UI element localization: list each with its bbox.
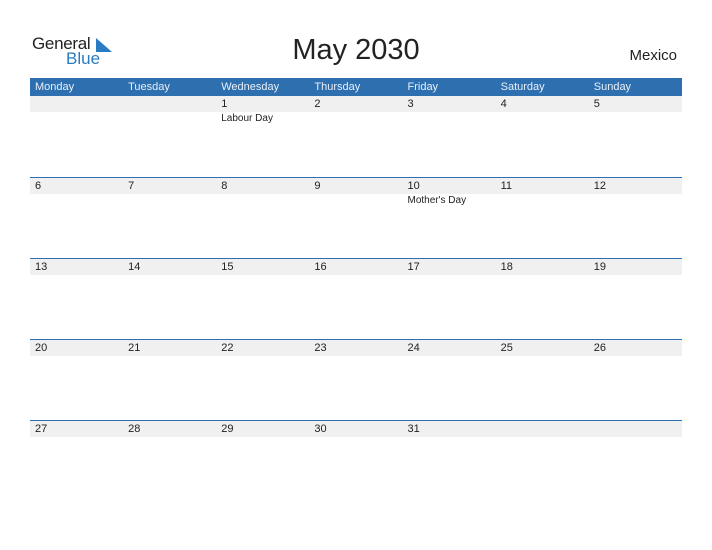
holiday-label: [589, 112, 682, 126]
holiday-label: [30, 112, 123, 126]
country-label: Mexico: [629, 47, 677, 64]
weekday-thursday: Thursday: [314, 81, 361, 93]
day-number: 22: [221, 342, 234, 354]
day-number: [496, 421, 589, 437]
week-row: 20 21 22 23 24 25 26: [30, 339, 682, 420]
day-number: [589, 421, 682, 437]
day-number: 18: [500, 261, 513, 273]
day-number: 14: [128, 261, 141, 273]
weekday-tuesday: Tuesday: [128, 81, 170, 93]
day-number: 24: [407, 342, 420, 354]
weekday-wednesday: Wednesday: [221, 81, 280, 93]
day-number: 25: [500, 342, 513, 354]
holiday-label: [309, 194, 402, 208]
holiday-label: [30, 194, 123, 208]
day-number: 5: [593, 98, 600, 110]
day-number: 8: [221, 180, 228, 192]
week-row: 6 7 8 9 10 11 12 Mother's Day: [30, 177, 682, 258]
day-number: 7: [128, 180, 135, 192]
holiday-label: [123, 112, 216, 126]
page-title: May 2030: [292, 34, 420, 66]
week-row: 27 28 29 30 31: [30, 420, 682, 501]
holiday-label: [123, 194, 216, 208]
calendar-grid: Monday Tuesday Wednesday Thursday Friday…: [30, 78, 682, 501]
holiday-label: [496, 112, 589, 126]
day-number: 26: [593, 342, 606, 354]
day-number: 11: [500, 180, 513, 192]
day-number: 21: [128, 342, 141, 354]
day-number: 20: [35, 342, 48, 354]
day-number: [30, 96, 123, 112]
day-number: 10: [407, 180, 420, 192]
week-row: 13 14 15 16 17 18 19: [30, 258, 682, 339]
weeks-container: 1 2 3 4 5 Labour Day 6 7 8 9 10 11 12 Mother's Day 13 1…: [30, 96, 682, 501]
holiday-label: [216, 194, 309, 208]
date-strip: 13 14 15 16 17 18 19: [30, 259, 682, 275]
day-number: 23: [314, 342, 327, 354]
date-strip: 1 2 3 4 5: [30, 96, 682, 112]
date-strip: 27 28 29 30 31: [30, 421, 682, 437]
day-number: 19: [593, 261, 606, 273]
date-strip: 6 7 8 9 10 11 12: [30, 178, 682, 194]
day-number: 13: [35, 261, 48, 273]
day-number: 2: [314, 98, 321, 110]
event-row: Labour Day: [30, 112, 682, 126]
weekday-header: Monday Tuesday Wednesday Thursday Friday…: [30, 78, 682, 96]
day-number: 16: [314, 261, 327, 273]
day-number: 28: [128, 423, 141, 435]
weekday-saturday: Saturday: [500, 81, 545, 93]
day-number: 4: [500, 98, 507, 110]
holiday-label: Labour Day: [221, 113, 273, 124]
holiday-label: [309, 112, 402, 126]
weekday-friday: Friday: [407, 81, 439, 93]
day-number: 15: [221, 261, 234, 273]
day-number: 30: [314, 423, 327, 435]
day-number: 6: [35, 180, 42, 192]
weekday-monday: Monday: [35, 81, 75, 93]
day-number: 31: [407, 423, 420, 435]
day-number: [123, 96, 216, 112]
day-number: 9: [314, 180, 321, 192]
holiday-label: [589, 194, 682, 208]
holiday-label: Mother's Day: [407, 195, 467, 206]
day-number: 1: [221, 98, 228, 110]
holiday-label: [496, 194, 589, 208]
week-row: 1 2 3 4 5 Labour Day: [30, 96, 682, 177]
day-number: 3: [407, 98, 414, 110]
day-number: 29: [221, 423, 234, 435]
holiday-label: [403, 112, 496, 126]
day-number: 27: [35, 423, 48, 435]
weekday-sunday: Sunday: [593, 81, 632, 93]
event-row: Mother's Day: [30, 194, 682, 208]
day-number: 12: [593, 180, 606, 192]
day-number: 17: [407, 261, 420, 273]
date-strip: 20 21 22 23 24 25 26: [30, 340, 682, 356]
